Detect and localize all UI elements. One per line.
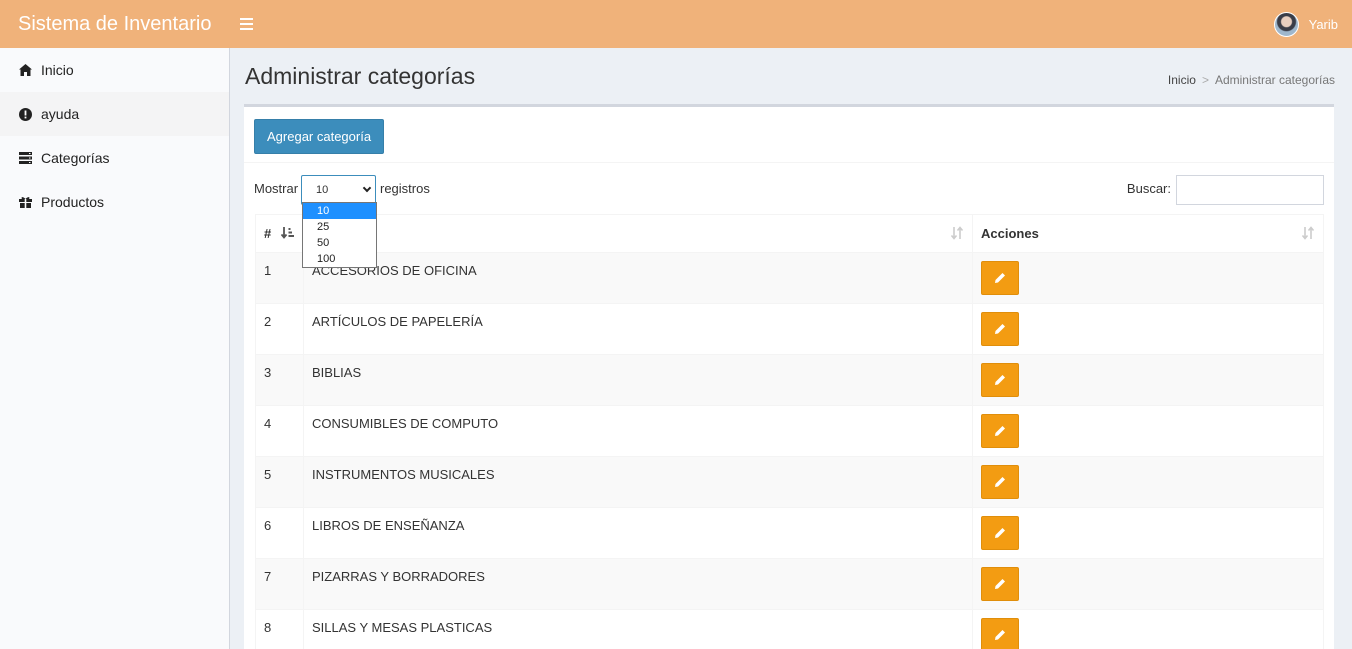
category-name: SILLAS Y MESAS PLASTICAS <box>303 609 973 649</box>
category-name: LIBROS DE ENSEÑANZA <box>303 507 973 559</box>
sidebar-item-inicio[interactable]: Inicio <box>0 48 229 92</box>
sidebar-item-productos[interactable]: Productos <box>0 180 229 224</box>
records-label: registros <box>380 181 430 196</box>
pencil-icon <box>994 374 1006 386</box>
search-input[interactable] <box>1176 175 1324 205</box>
table-row: 8 SILLAS Y MESAS PLASTICAS <box>255 609 1324 649</box>
row-number: 3 <box>255 354 304 406</box>
pencil-icon <box>994 629 1006 641</box>
table-controls: Mostrar 10 registros Buscar: <box>254 173 1324 207</box>
add-category-button[interactable]: Agregar categoría <box>254 119 385 154</box>
home-icon <box>18 63 32 77</box>
pencil-icon <box>994 323 1006 335</box>
edit-button[interactable] <box>981 465 1019 499</box>
page-length-option[interactable]: 10 <box>303 203 376 219</box>
page-length-option[interactable]: 25 <box>303 219 376 235</box>
row-number: 1 <box>255 252 304 304</box>
content-header: Administrar categorías Inicio > Administra… <box>245 60 1335 96</box>
category-name: INSTRUMENTOS MUSICALES <box>303 456 973 508</box>
row-actions <box>972 609 1324 649</box>
table-row: 1 ACCESORIOS DE OFICINA <box>255 252 1324 304</box>
categories-table: # Acciones 1 ACCESORIOS DE OFICINA 2 ARTÍCU… <box>255 214 1324 649</box>
column-header-label: # <box>264 226 272 241</box>
sidebar-item-label: Categorías <box>41 150 110 166</box>
page-length-option[interactable]: 50 <box>303 235 376 251</box>
sort-ascending-icon <box>281 227 294 239</box>
sidebar-item-label: ayuda <box>41 106 80 122</box>
box-header: Agregar categoría <box>244 107 1334 163</box>
row-actions <box>972 252 1324 304</box>
top-navbar: Sistema de Inventario Yarib <box>0 0 1352 48</box>
edit-button[interactable] <box>981 414 1019 448</box>
exclamation-circle-icon <box>18 107 32 121</box>
row-actions <box>972 303 1324 355</box>
page-length-dropdown: 10 25 50 100 <box>302 202 377 268</box>
category-name: PIZARRAS Y BORRADORES <box>303 558 973 610</box>
column-header-category[interactable] <box>303 214 973 253</box>
row-number: 2 <box>255 303 304 355</box>
sidebar: Inicio ayuda Categorías Productos <box>0 48 230 649</box>
column-header-actions[interactable]: Acciones <box>972 214 1324 253</box>
category-name: ARTÍCULOS DE PAPELERÍA <box>303 303 973 355</box>
row-actions <box>972 456 1324 508</box>
sidebar-item-categorias[interactable]: Categorías <box>0 136 229 180</box>
pencil-icon <box>994 425 1006 437</box>
page-length-value: 10 <box>316 184 329 196</box>
row-actions <box>972 405 1324 457</box>
page-length-select[interactable]: 10 <box>301 175 376 205</box>
pencil-icon <box>994 476 1006 488</box>
pencil-icon <box>994 527 1006 539</box>
avatar <box>1273 11 1299 37</box>
row-number: 7 <box>255 558 304 610</box>
edit-button[interactable] <box>981 363 1019 397</box>
chevron-down-icon <box>362 183 372 193</box>
search-label: Buscar: <box>1126 181 1171 196</box>
row-number: 6 <box>255 507 304 559</box>
table-row: 4 CONSUMIBLES DE COMPUTO <box>255 405 1324 457</box>
table-row: 3 BIBLIAS <box>255 354 1324 406</box>
table-row: 5 INSTRUMENTOS MUSICALES <box>255 456 1324 508</box>
sort-icon <box>1301 226 1315 240</box>
category-name: BIBLIAS <box>303 354 973 406</box>
sidebar-toggle-icon[interactable] <box>240 14 260 34</box>
row-actions <box>972 507 1324 559</box>
edit-button[interactable] <box>981 261 1019 295</box>
category-name: CONSUMIBLES DE COMPUTO <box>303 405 973 457</box>
sort-icon <box>950 226 964 240</box>
column-header-label: Acciones <box>981 226 1039 241</box>
user-name: Yarib <box>1308 16 1338 32</box>
row-actions <box>972 558 1324 610</box>
pencil-icon <box>994 272 1006 284</box>
show-label: Mostrar <box>254 181 299 196</box>
edit-button[interactable] <box>981 516 1019 550</box>
table-row: 2 ARTÍCULOS DE PAPELERÍA <box>255 303 1324 355</box>
page-length-option[interactable]: 100 <box>303 251 376 267</box>
breadcrumb-separator: > <box>1201 73 1209 87</box>
user-menu[interactable]: Yarib <box>1273 0 1338 48</box>
gift-icon <box>18 195 32 209</box>
page-title: Administrar categorías <box>245 63 476 89</box>
edit-button[interactable] <box>981 618 1019 649</box>
sidebar-item-ayuda[interactable]: ayuda <box>0 92 229 136</box>
row-number: 5 <box>255 456 304 508</box>
breadcrumb-home-link[interactable]: Inicio <box>1168 73 1196 87</box>
breadcrumb: Inicio > Administrar categorías <box>1168 73 1335 87</box>
row-number: 4 <box>255 405 304 457</box>
category-name: ACCESORIOS DE OFICINA <box>303 252 973 304</box>
edit-button[interactable] <box>981 567 1019 601</box>
row-actions <box>972 354 1324 406</box>
server-icon <box>18 151 32 165</box>
edit-button[interactable] <box>981 312 1019 346</box>
sidebar-item-label: Inicio <box>41 62 74 78</box>
app-brand[interactable]: Sistema de Inventario <box>0 0 230 48</box>
column-header-number[interactable]: # <box>255 214 304 253</box>
row-number: 8 <box>255 609 304 649</box>
pencil-icon <box>994 578 1006 590</box>
table-row: 7 PIZARRAS Y BORRADORES <box>255 558 1324 610</box>
breadcrumb-current: Administrar categorías <box>1214 73 1335 87</box>
sidebar-item-label: Productos <box>41 194 105 210</box>
table-row: 6 LIBROS DE ENSEÑANZA <box>255 507 1324 559</box>
